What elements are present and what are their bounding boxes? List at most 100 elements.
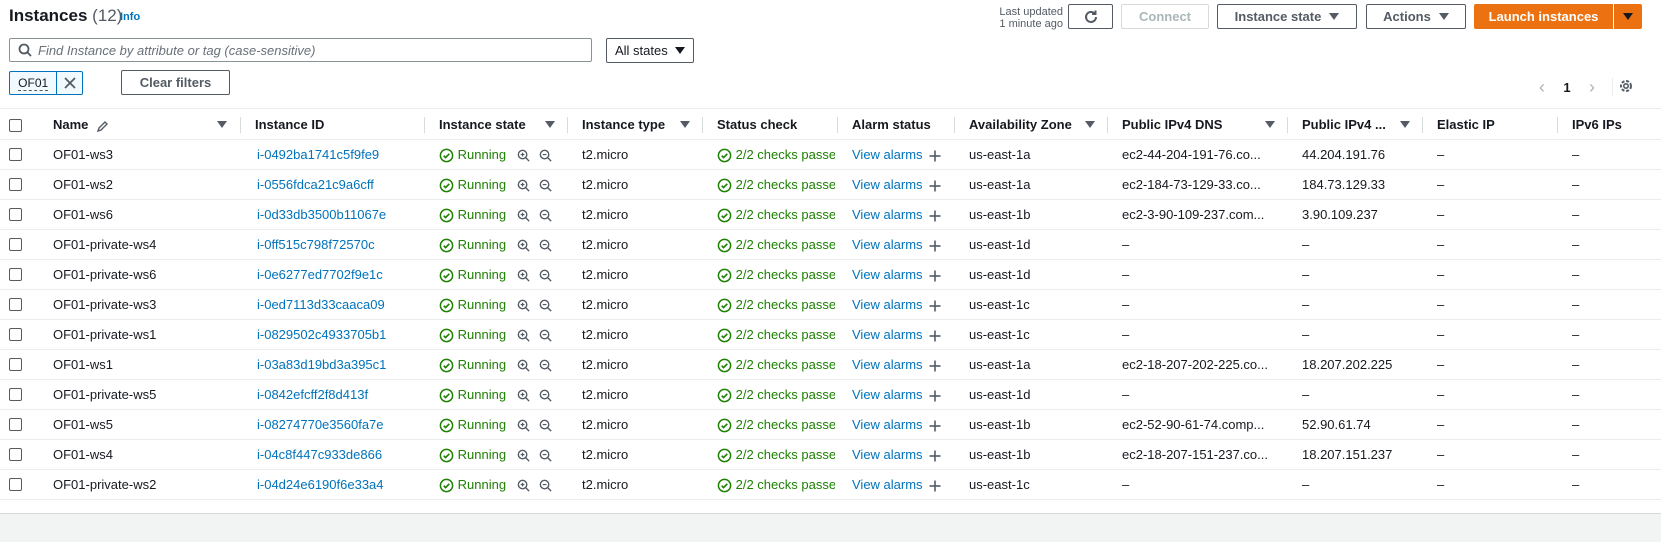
column-instance-id[interactable]: Instance ID [255,109,324,140]
row-checkbox[interactable] [9,388,22,401]
instance-id-link[interactable]: i-0ed7113d33caaca09 [257,290,422,320]
view-alarms-link[interactable]: View alarms [852,477,923,492]
zoom-out-icon[interactable] [538,208,553,223]
view-alarms-link[interactable]: View alarms [852,417,923,432]
sort-icon[interactable] [1265,121,1275,128]
add-icon[interactable] [928,419,942,433]
zoom-out-icon[interactable] [538,238,553,253]
zoom-out-icon[interactable] [538,388,553,403]
view-alarms-link[interactable]: View alarms [852,267,923,282]
add-icon[interactable] [928,299,942,313]
view-alarms-link[interactable]: View alarms [852,387,923,402]
instance-id-link[interactable]: i-0492ba1741c5f9fe9 [257,140,422,170]
row-checkbox[interactable] [9,178,22,191]
table-row[interactable]: OF01-private-ws2 i-04d24e6190f6e33a4 Run… [0,470,1661,500]
column-ipv6[interactable]: IPv6 IPs [1572,109,1622,140]
add-icon[interactable] [928,209,942,223]
add-icon[interactable] [928,359,942,373]
view-alarms-link[interactable]: View alarms [852,447,923,462]
add-icon[interactable] [928,239,942,253]
instance-id-link[interactable]: i-04d24e6190f6e33a4 [257,470,422,500]
column-name[interactable]: Name [53,109,110,140]
instance-state-button[interactable]: Instance state [1217,4,1357,29]
add-icon[interactable] [928,149,942,163]
instance-id-link[interactable]: i-08274770e3560fa7e [257,410,422,440]
zoom-in-icon[interactable] [516,388,531,403]
zoom-out-icon[interactable] [538,448,553,463]
instance-id-link[interactable]: i-0829502c4933705b1 [257,320,422,350]
sort-icon[interactable] [680,121,690,128]
table-row[interactable]: OF01-ws3 i-0492ba1741c5f9fe9 Running t2.… [0,140,1661,170]
zoom-out-icon[interactable] [538,298,553,313]
split-panel-bar[interactable] [0,513,1661,542]
instance-id-link[interactable]: i-0556fdca21c9a6cff [257,170,422,200]
refresh-button[interactable] [1068,4,1113,29]
add-icon[interactable] [928,269,942,283]
instance-id-link[interactable]: i-0d33db3500b11067e [257,200,422,230]
gear-icon[interactable] [1618,78,1634,94]
column-public-dns[interactable]: Public IPv4 DNS [1122,109,1222,140]
actions-button[interactable]: Actions [1366,4,1466,29]
row-checkbox[interactable] [9,148,22,161]
row-checkbox[interactable] [9,358,22,371]
table-row[interactable]: OF01-ws4 i-04c8f447c933de866 Running t2.… [0,440,1661,470]
add-icon[interactable] [928,329,942,343]
table-row[interactable]: OF01-private-ws4 i-0ff515c798f72570c Run… [0,230,1661,260]
search-field[interactable] [9,38,592,62]
instance-id-link[interactable]: i-0e6277ed7702f9e1c [257,260,422,290]
search-input[interactable] [38,42,578,58]
sort-icon[interactable] [1400,121,1410,128]
view-alarms-link[interactable]: View alarms [852,237,923,252]
zoom-out-icon[interactable] [538,148,553,163]
instance-id-link[interactable]: i-03a83d19bd3a395c1 [257,350,422,380]
zoom-in-icon[interactable] [516,298,531,313]
zoom-in-icon[interactable] [516,268,531,283]
zoom-in-icon[interactable] [516,238,531,253]
launch-dropdown-button[interactable] [1614,4,1642,29]
select-all-checkbox[interactable] [9,119,22,132]
column-status-check[interactable]: Status check [717,109,797,140]
row-checkbox[interactable] [9,238,22,251]
column-alarm-status[interactable]: Alarm status [852,109,931,140]
zoom-in-icon[interactable] [516,478,531,493]
view-alarms-link[interactable]: View alarms [852,327,923,342]
sort-icon[interactable] [545,121,555,128]
zoom-in-icon[interactable] [516,178,531,193]
row-checkbox[interactable] [9,448,22,461]
view-alarms-link[interactable]: View alarms [852,207,923,222]
sort-icon[interactable] [1085,121,1095,128]
view-alarms-link[interactable]: View alarms [852,147,923,162]
zoom-out-icon[interactable] [538,268,553,283]
filter-token-label[interactable]: OF01 [10,72,58,94]
launch-instances-button[interactable]: Launch instances [1474,4,1613,29]
zoom-in-icon[interactable] [516,358,531,373]
states-select[interactable]: All states [606,38,694,63]
zoom-out-icon[interactable] [538,328,553,343]
table-row[interactable]: OF01-ws2 i-0556fdca21c9a6cff Running t2.… [0,170,1661,200]
zoom-out-icon[interactable] [538,358,553,373]
column-instance-type[interactable]: Instance type [582,109,665,140]
table-row[interactable]: OF01-private-ws6 i-0e6277ed7702f9e1c Run… [0,260,1661,290]
row-checkbox[interactable] [9,478,22,491]
row-checkbox[interactable] [9,418,22,431]
zoom-in-icon[interactable] [516,208,531,223]
zoom-out-icon[interactable] [538,178,553,193]
zoom-in-icon[interactable] [516,418,531,433]
table-row[interactable]: OF01-private-ws1 i-0829502c4933705b1 Run… [0,320,1661,350]
instance-id-link[interactable]: i-04c8f447c933de866 [257,440,422,470]
zoom-in-icon[interactable] [516,148,531,163]
clear-filters-button[interactable]: Clear filters [121,70,230,95]
instance-id-link[interactable]: i-0ff515c798f72570c [257,230,422,260]
table-row[interactable]: OF01-ws5 i-08274770e3560fa7e Running t2.… [0,410,1661,440]
column-availability-zone[interactable]: Availability Zone [969,109,1072,140]
sort-icon[interactable] [217,121,227,128]
zoom-out-icon[interactable] [538,478,553,493]
connect-button[interactable]: Connect [1121,4,1209,29]
view-alarms-link[interactable]: View alarms [852,297,923,312]
row-checkbox[interactable] [9,208,22,221]
chevron-right-icon[interactable]: › [1582,78,1602,96]
table-row[interactable]: OF01-ws1 i-03a83d19bd3a395c1 Running t2.… [0,350,1661,380]
zoom-in-icon[interactable] [516,448,531,463]
view-alarms-link[interactable]: View alarms [852,357,923,372]
table-row[interactable]: OF01-private-ws5 i-0842efcff2f8d413f Run… [0,380,1661,410]
